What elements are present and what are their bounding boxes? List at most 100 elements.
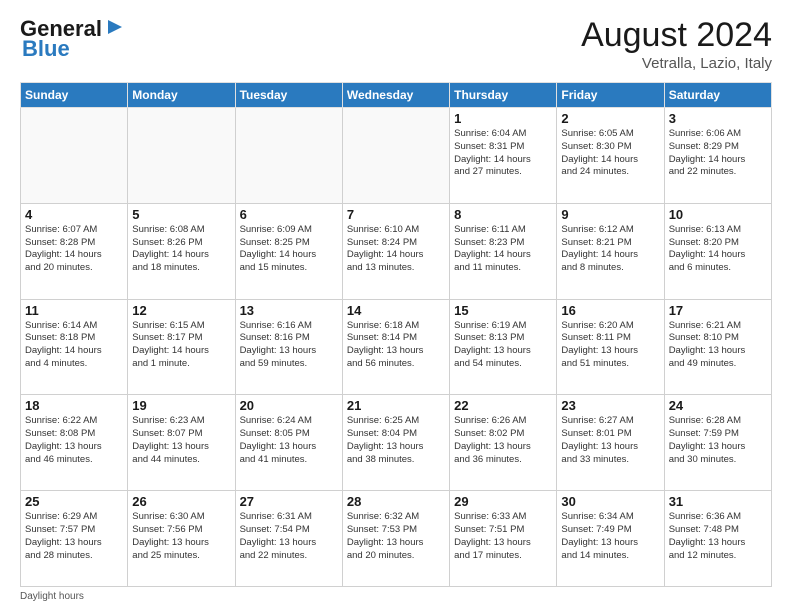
- day-number: 31: [669, 494, 767, 509]
- day-number: 12: [132, 303, 230, 318]
- weekday-header-wednesday: Wednesday: [342, 83, 449, 108]
- day-info: Sunrise: 6:25 AM Sunset: 8:04 PM Dayligh…: [347, 415, 445, 466]
- calendar-cell: [128, 108, 235, 204]
- weekday-header-saturday: Saturday: [664, 83, 771, 108]
- day-info: Sunrise: 6:05 AM Sunset: 8:30 PM Dayligh…: [561, 128, 659, 179]
- calendar-cell: 5 Sunrise: 6:08 AM Sunset: 8:26 PM Daylig…: [128, 203, 235, 299]
- logo: General Blue: [20, 16, 126, 62]
- weekday-header-tuesday: Tuesday: [235, 83, 342, 108]
- day-number: 8: [454, 207, 552, 222]
- calendar-cell: 17 Sunrise: 6:21 AM Sunset: 8:10 PM Dayli…: [664, 299, 771, 395]
- calendar-cell: [342, 108, 449, 204]
- calendar-cell: 12 Sunrise: 6:15 AM Sunset: 8:17 PM Dayli…: [128, 299, 235, 395]
- day-info: Sunrise: 6:14 AM Sunset: 8:18 PM Dayligh…: [25, 320, 123, 371]
- day-info: Sunrise: 6:06 AM Sunset: 8:29 PM Dayligh…: [669, 128, 767, 179]
- day-info: Sunrise: 6:33 AM Sunset: 7:51 PM Dayligh…: [454, 511, 552, 562]
- day-info: Sunrise: 6:23 AM Sunset: 8:07 PM Dayligh…: [132, 415, 230, 466]
- day-info: Sunrise: 6:19 AM Sunset: 8:13 PM Dayligh…: [454, 320, 552, 371]
- calendar-cell: 30 Sunrise: 6:34 AM Sunset: 7:49 PM Dayli…: [557, 491, 664, 587]
- day-number: 15: [454, 303, 552, 318]
- day-number: 3: [669, 111, 767, 126]
- day-info: Sunrise: 6:31 AM Sunset: 7:54 PM Dayligh…: [240, 511, 338, 562]
- calendar-cell: 23Sunrise: 6:27 AM Sunset: 8:01 PM Dayli…: [557, 395, 664, 491]
- day-number: 6: [240, 207, 338, 222]
- calendar-cell: 27 Sunrise: 6:31 AM Sunset: 7:54 PM Dayli…: [235, 491, 342, 587]
- day-info: Sunrise: 6:29 AM Sunset: 7:57 PM Dayligh…: [25, 511, 123, 562]
- calendar-cell: 20 Sunrise: 6:24 AM Sunset: 8:05 PM Dayli…: [235, 395, 342, 491]
- day-number: 24: [669, 398, 767, 413]
- day-number: 17: [669, 303, 767, 318]
- day-info: Sunrise: 6:21 AM Sunset: 8:10 PM Dayligh…: [669, 320, 767, 371]
- day-info: Sunrise: 6:24 AM Sunset: 8:05 PM Dayligh…: [240, 415, 338, 466]
- calendar-cell: 19 Sunrise: 6:23 AM Sunset: 8:07 PM Dayli…: [128, 395, 235, 491]
- calendar-cell: [21, 108, 128, 204]
- calendar-cell: 29 Sunrise: 6:33 AM Sunset: 7:51 PM Dayli…: [450, 491, 557, 587]
- day-number: 16: [561, 303, 659, 318]
- calendar-cell: 24 Sunrise: 6:28 AM Sunset: 7:59 PM Dayli…: [664, 395, 771, 491]
- logo-icon: [104, 16, 126, 38]
- day-number: 14: [347, 303, 445, 318]
- day-number: 5: [132, 207, 230, 222]
- calendar-table: SundayMondayTuesdayWednesdayThursdayFrid…: [20, 82, 772, 587]
- calendar-cell: 16Sunrise: 6:20 AM Sunset: 8:11 PM Dayli…: [557, 299, 664, 395]
- day-info: Sunrise: 6:28 AM Sunset: 7:59 PM Dayligh…: [669, 415, 767, 466]
- page-header: General Blue August 2024 Vetralla, Lazio…: [20, 16, 772, 72]
- weekday-header-sunday: Sunday: [21, 83, 128, 108]
- calendar-cell: 1 Sunrise: 6:04 AM Sunset: 8:31 PM Daylig…: [450, 108, 557, 204]
- logo-blue: Blue: [22, 36, 70, 62]
- calendar-cell: 15 Sunrise: 6:19 AM Sunset: 8:13 PM Dayli…: [450, 299, 557, 395]
- day-number: 25: [25, 494, 123, 509]
- calendar-cell: [235, 108, 342, 204]
- calendar-cell: 6 Sunrise: 6:09 AM Sunset: 8:25 PM Daylig…: [235, 203, 342, 299]
- day-number: 9: [561, 207, 659, 222]
- calendar-cell: 13 Sunrise: 6:16 AM Sunset: 8:16 PM Dayli…: [235, 299, 342, 395]
- day-number: 26: [132, 494, 230, 509]
- calendar-cell: 7 Sunrise: 6:10 AM Sunset: 8:24 PM Daylig…: [342, 203, 449, 299]
- weekday-header-thursday: Thursday: [450, 83, 557, 108]
- day-info: Sunrise: 6:11 AM Sunset: 8:23 PM Dayligh…: [454, 224, 552, 275]
- day-number: 19: [132, 398, 230, 413]
- day-info: Sunrise: 6:13 AM Sunset: 8:20 PM Dayligh…: [669, 224, 767, 275]
- day-number: 20: [240, 398, 338, 413]
- day-number: 13: [240, 303, 338, 318]
- day-number: 7: [347, 207, 445, 222]
- calendar-cell: 8 Sunrise: 6:11 AM Sunset: 8:23 PM Daylig…: [450, 203, 557, 299]
- day-info: Sunrise: 6:32 AM Sunset: 7:53 PM Dayligh…: [347, 511, 445, 562]
- day-info: Sunrise: 6:22 AM Sunset: 8:08 PM Dayligh…: [25, 415, 123, 466]
- weekday-header-friday: Friday: [557, 83, 664, 108]
- calendar-cell: 10Sunrise: 6:13 AM Sunset: 8:20 PM Dayli…: [664, 203, 771, 299]
- day-info: Sunrise: 6:07 AM Sunset: 8:28 PM Dayligh…: [25, 224, 123, 275]
- day-info: Sunrise: 6:16 AM Sunset: 8:16 PM Dayligh…: [240, 320, 338, 371]
- calendar-cell: 3 Sunrise: 6:06 AM Sunset: 8:29 PM Daylig…: [664, 108, 771, 204]
- day-number: 27: [240, 494, 338, 509]
- calendar-cell: 2 Sunrise: 6:05 AM Sunset: 8:30 PM Daylig…: [557, 108, 664, 204]
- day-info: Sunrise: 6:18 AM Sunset: 8:14 PM Dayligh…: [347, 320, 445, 371]
- weekday-header-monday: Monday: [128, 83, 235, 108]
- day-number: 18: [25, 398, 123, 413]
- day-number: 11: [25, 303, 123, 318]
- day-number: 4: [25, 207, 123, 222]
- day-number: 28: [347, 494, 445, 509]
- calendar-cell: 14 Sunrise: 6:18 AM Sunset: 8:14 PM Dayli…: [342, 299, 449, 395]
- calendar-cell: 11 Sunrise: 6:14 AM Sunset: 8:18 PM Dayli…: [21, 299, 128, 395]
- day-info: Sunrise: 6:27 AM Sunset: 8:01 PM Dayligh…: [561, 415, 659, 466]
- day-number: 2: [561, 111, 659, 126]
- day-info: Sunrise: 6:08 AM Sunset: 8:26 PM Dayligh…: [132, 224, 230, 275]
- day-info: Sunrise: 6:34 AM Sunset: 7:49 PM Dayligh…: [561, 511, 659, 562]
- day-info: Sunrise: 6:36 AM Sunset: 7:48 PM Dayligh…: [669, 511, 767, 562]
- day-number: 22: [454, 398, 552, 413]
- day-info: Sunrise: 6:15 AM Sunset: 8:17 PM Dayligh…: [132, 320, 230, 371]
- calendar-cell: 21Sunrise: 6:25 AM Sunset: 8:04 PM Dayli…: [342, 395, 449, 491]
- calendar-cell: 28 Sunrise: 6:32 AM Sunset: 7:53 PM Dayli…: [342, 491, 449, 587]
- day-info: Sunrise: 6:09 AM Sunset: 8:25 PM Dayligh…: [240, 224, 338, 275]
- day-info: Sunrise: 6:10 AM Sunset: 8:24 PM Dayligh…: [347, 224, 445, 275]
- calendar-cell: 22 Sunrise: 6:26 AM Sunset: 8:02 PM Dayli…: [450, 395, 557, 491]
- day-number: 1: [454, 111, 552, 126]
- location: Vetralla, Lazio, Italy: [581, 55, 772, 72]
- day-number: 30: [561, 494, 659, 509]
- calendar-cell: 4 Sunrise: 6:07 AM Sunset: 8:28 PM Daylig…: [21, 203, 128, 299]
- day-info: Sunrise: 6:26 AM Sunset: 8:02 PM Dayligh…: [454, 415, 552, 466]
- day-info: Sunrise: 6:04 AM Sunset: 8:31 PM Dayligh…: [454, 128, 552, 179]
- calendar-cell: 25 Sunrise: 6:29 AM Sunset: 7:57 PM Dayli…: [21, 491, 128, 587]
- day-number: 29: [454, 494, 552, 509]
